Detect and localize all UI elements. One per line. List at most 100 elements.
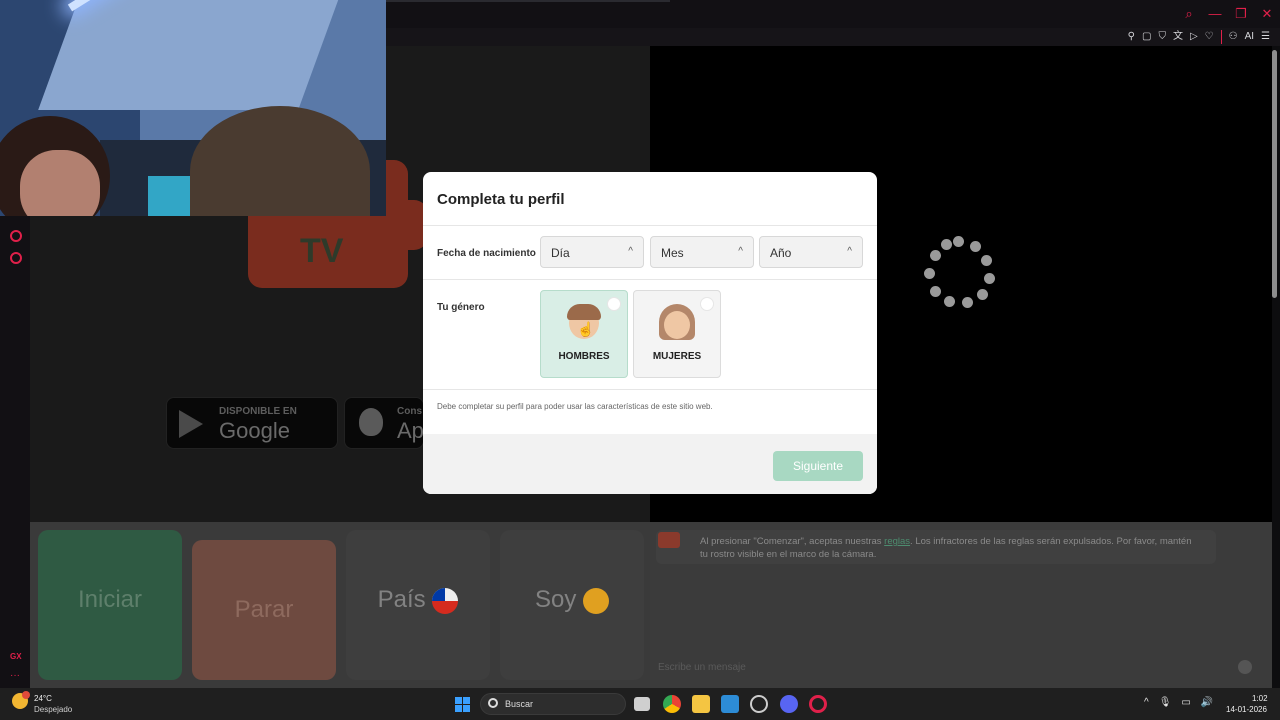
search-icon bbox=[488, 698, 498, 708]
chrome-icon[interactable] bbox=[663, 695, 681, 713]
page-scrollbar[interactable] bbox=[1272, 50, 1277, 298]
apple-badge-text: Ap bbox=[397, 418, 424, 443]
snapshot-icon[interactable]: ▢ bbox=[1142, 30, 1151, 44]
gender-option-female[interactable]: MUJERES bbox=[633, 290, 721, 378]
month-select-value: Mes bbox=[661, 246, 684, 260]
male-avatar-hair bbox=[567, 304, 601, 320]
translate-icon[interactable]: 文 bbox=[1173, 30, 1183, 44]
boy-emoji-icon bbox=[583, 587, 610, 614]
bookmark-icon[interactable]: ⚲ bbox=[1128, 30, 1135, 44]
app-store-badge[interactable]: Cons Ap bbox=[344, 397, 424, 449]
webcam-ceiling bbox=[38, 0, 342, 110]
search-icon[interactable]: ⌕ bbox=[1182, 6, 1196, 22]
volume-icon[interactable]: 🔊 bbox=[1201, 697, 1213, 709]
weather-alert-badge bbox=[22, 691, 30, 699]
chevron-up-icon: ^ bbox=[738, 246, 743, 257]
play-icon[interactable]: ▷ bbox=[1190, 30, 1198, 44]
birth-date-label: Fecha de nacimiento bbox=[437, 248, 536, 259]
taskbar-search-placeholder: Buscar bbox=[505, 699, 534, 709]
system-message-text: Al presionar "Comenzar", aceptas nuestra… bbox=[700, 535, 1200, 561]
windows-start-icon[interactable] bbox=[455, 697, 470, 712]
google-play-icon bbox=[179, 410, 203, 438]
google-badge-small-text: DISPONIBLE EN bbox=[219, 406, 297, 417]
system-tray: ^ 🎙 ▭ 🔊 bbox=[1144, 697, 1213, 709]
gender-label: Tu género bbox=[437, 302, 485, 313]
hand-cursor-icon: ☝ bbox=[577, 321, 595, 337]
year-select-value: Año bbox=[770, 246, 792, 260]
rail-gx-label[interactable]: GX bbox=[10, 652, 22, 661]
site-logo-text: TV bbox=[300, 232, 344, 270]
webcam-person-left-face bbox=[20, 150, 100, 216]
rules-link[interactable]: reglas bbox=[884, 536, 910, 547]
modal-divider bbox=[423, 389, 877, 390]
clock-date[interactable]: 14-01-2026 bbox=[1226, 705, 1267, 714]
month-select[interactable]: Mes ^ bbox=[650, 236, 754, 268]
message-text-before: Al presionar "Comenzar", aceptas nuestra… bbox=[700, 536, 885, 547]
country-button[interactable]: País bbox=[346, 530, 490, 680]
country-button-label: País bbox=[377, 586, 426, 613]
emoji-picker-icon[interactable] bbox=[1238, 660, 1252, 674]
chevron-up-icon: ^ bbox=[847, 246, 852, 257]
chevron-up-icon[interactable]: ^ bbox=[1144, 697, 1149, 709]
rail-settings-icon[interactable] bbox=[10, 252, 22, 264]
gender-button[interactable]: Soy bbox=[500, 530, 644, 680]
gender-male-label: HOMBRES bbox=[558, 351, 610, 362]
google-play-badge[interactable]: DISPONIBLE EN Google Play bbox=[166, 397, 338, 449]
toolbar-divider bbox=[1220, 30, 1222, 44]
discord-icon[interactable] bbox=[780, 695, 798, 713]
gender-option-male[interactable]: ☝ HOMBRES bbox=[540, 290, 628, 378]
rail-chat-icon[interactable] bbox=[10, 230, 22, 242]
day-select[interactable]: Día ^ bbox=[540, 236, 644, 268]
profile-modal: Completa tu perfil Fecha de nacimiento D… bbox=[423, 172, 877, 494]
shield-icon[interactable]: ⛉ bbox=[1158, 30, 1166, 44]
modal-divider bbox=[423, 225, 877, 226]
clock-app-icon[interactable] bbox=[750, 695, 768, 713]
chevron-up-icon: ^ bbox=[628, 246, 633, 257]
account-icon[interactable]: ⚇ bbox=[1229, 30, 1238, 44]
close-icon[interactable]: ✕ bbox=[1260, 6, 1274, 22]
stop-button[interactable]: Parar bbox=[192, 540, 336, 680]
female-avatar-icon bbox=[664, 311, 690, 339]
modal-footer: Siguiente bbox=[423, 434, 877, 494]
google-badge-text: Google Play bbox=[219, 418, 290, 448]
task-view-icon[interactable] bbox=[634, 697, 650, 711]
restore-icon[interactable]: ❐ bbox=[1234, 6, 1248, 22]
gender-female-radio[interactable] bbox=[700, 297, 714, 311]
gender-male-radio[interactable] bbox=[607, 297, 621, 311]
browser-toolbar: ⚲ ▢ ⛉ 文 ▷ ♡ ⚇ AI ☰ bbox=[1128, 30, 1270, 44]
apple-badge-small-text: Cons bbox=[397, 406, 422, 417]
system-tv-icon bbox=[658, 532, 680, 548]
file-explorer-icon[interactable] bbox=[692, 695, 710, 713]
window-controls: ⌕ — ❐ ✕ bbox=[1182, 6, 1274, 22]
taskbar-search[interactable]: Buscar bbox=[480, 693, 626, 715]
ai-button[interactable]: AI bbox=[1245, 30, 1254, 44]
next-button[interactable]: Siguiente bbox=[773, 451, 863, 481]
stop-button-label: Parar bbox=[234, 596, 294, 623]
chat-input[interactable]: Escribe un mensaje bbox=[658, 662, 746, 673]
year-select[interactable]: Año ^ bbox=[759, 236, 863, 268]
control-panel: Iniciar Parar País Soy bbox=[30, 522, 650, 688]
store-icon[interactable] bbox=[721, 695, 739, 713]
weather-temperature[interactable]: 24°C bbox=[34, 694, 52, 703]
gender-button-label: Soy bbox=[534, 586, 577, 613]
clock-time[interactable]: 1:02 bbox=[1252, 694, 1268, 703]
rail-more-icon[interactable]: ··· bbox=[10, 670, 20, 681]
minimize-icon[interactable]: — bbox=[1208, 6, 1222, 22]
weather-description[interactable]: Despejado bbox=[34, 705, 72, 714]
network-icon[interactable]: ▭ bbox=[1181, 697, 1190, 709]
chile-flag-icon bbox=[432, 587, 459, 614]
apple-icon bbox=[359, 408, 383, 436]
menu-icon[interactable]: ☰ bbox=[1261, 30, 1270, 44]
sidebar-rail bbox=[0, 216, 30, 688]
webcam-overlay bbox=[0, 0, 386, 216]
start-button[interactable]: Iniciar bbox=[38, 530, 182, 680]
modal-divider bbox=[423, 279, 877, 280]
start-button-label: Iniciar bbox=[77, 586, 143, 613]
loading-spinner-icon bbox=[922, 234, 998, 310]
microphone-icon[interactable]: 🎙 bbox=[1159, 697, 1172, 709]
opera-gx-icon[interactable] bbox=[809, 695, 827, 713]
day-select-value: Día bbox=[551, 246, 570, 260]
modal-title: Completa tu perfil bbox=[437, 191, 565, 208]
heart-icon[interactable]: ♡ bbox=[1205, 30, 1214, 44]
gender-female-label: MUJERES bbox=[652, 351, 702, 362]
